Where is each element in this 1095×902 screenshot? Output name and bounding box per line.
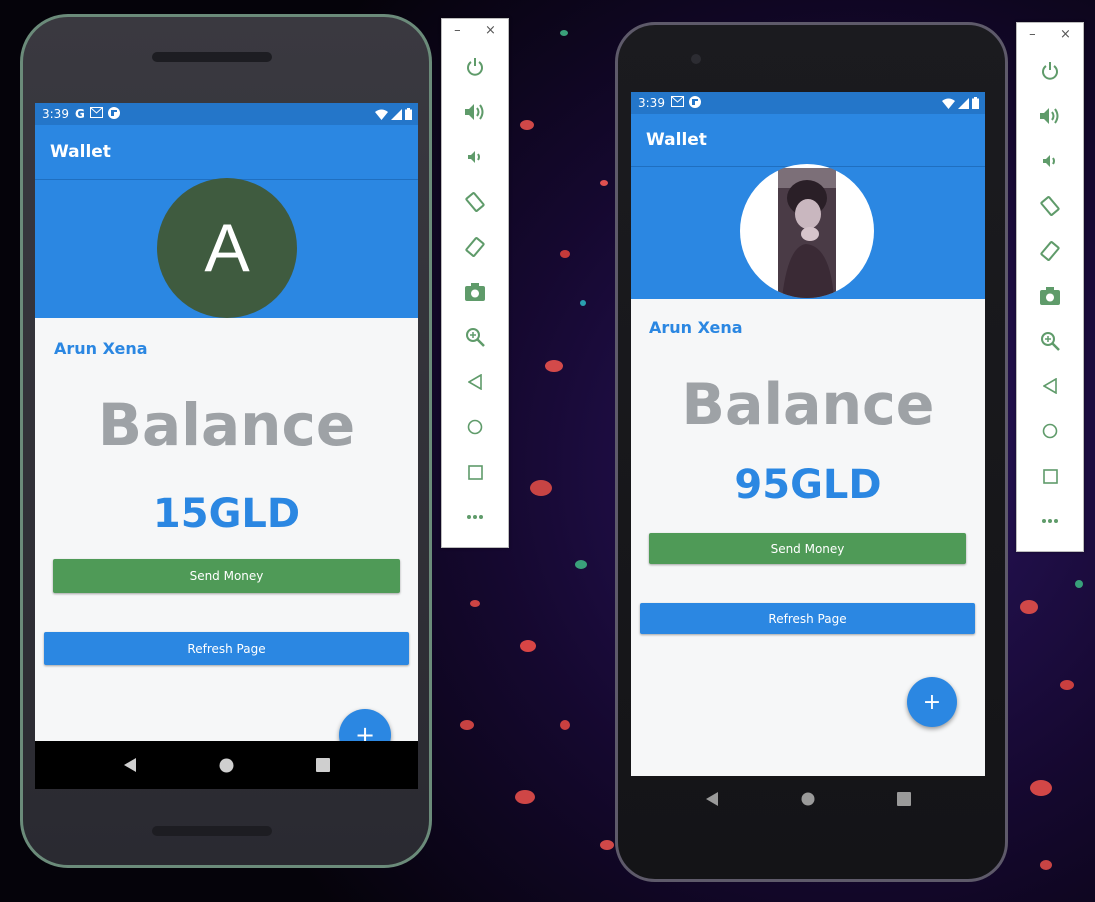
refresh-page-button[interactable]: Refresh Page — [44, 632, 409, 665]
back-icon[interactable] — [1036, 369, 1064, 403]
power-icon[interactable] — [1036, 54, 1064, 88]
screen: 3:39 G Wallet A Arun Xena Balance 15GLD … — [35, 103, 418, 789]
rotate-left-icon[interactable] — [1036, 189, 1064, 223]
close-button[interactable]: × — [485, 23, 496, 38]
nav-bar — [35, 741, 418, 789]
recents-icon[interactable] — [316, 758, 330, 772]
volume-down-icon[interactable] — [1036, 144, 1064, 178]
home-icon[interactable] — [461, 410, 489, 444]
screen: 3:39 Wallet Arun Xena Balance 95GLD Send… — [631, 92, 985, 776]
zoom-icon[interactable] — [1036, 324, 1064, 358]
rotate-right-icon[interactable] — [1036, 234, 1064, 268]
home-icon[interactable] — [1036, 414, 1064, 448]
refresh-page-button[interactable]: Refresh Page — [640, 603, 975, 634]
status-time: 3:39 — [638, 96, 665, 110]
window-controls: – × — [1017, 23, 1083, 45]
overview-icon[interactable] — [461, 455, 489, 489]
back-icon[interactable] — [123, 757, 137, 773]
app-bar-title: Wallet — [646, 130, 707, 150]
status-icons-right — [375, 108, 412, 120]
rotate-right-icon[interactable] — [461, 230, 489, 264]
battery-icon — [405, 108, 412, 120]
emulator-toolbar-left: – × — [441, 18, 509, 548]
close-button[interactable]: × — [1060, 27, 1071, 42]
screenshot-icon[interactable] — [461, 275, 489, 309]
user-name: Arun Xena — [649, 318, 743, 337]
wifi-icon — [942, 98, 955, 109]
balance-value: 95GLD — [734, 462, 882, 508]
profile-photo — [778, 168, 836, 298]
balance-value: 15GLD — [152, 491, 301, 537]
app-bar: Wallet — [35, 125, 418, 179]
status-icons-right — [942, 97, 979, 109]
back-icon[interactable] — [705, 791, 719, 807]
recents-icon[interactable] — [897, 792, 911, 806]
window-controls: – × — [442, 19, 508, 41]
screenshot-icon[interactable] — [1036, 279, 1064, 313]
app-bar-title: Wallet — [50, 142, 111, 162]
gmail-icon — [89, 107, 103, 121]
avatar-profile-photo — [740, 164, 874, 298]
status-bar: 3:39 G — [35, 103, 418, 125]
signal-icon — [958, 97, 969, 109]
home-icon[interactable] — [219, 758, 234, 773]
home-icon[interactable] — [801, 792, 815, 806]
phone-left: 3:39 G Wallet A Arun Xena Balance 15GLD … — [20, 14, 432, 868]
minimize-button[interactable]: – — [454, 23, 461, 38]
status-bar: 3:39 — [631, 92, 985, 114]
volume-down-icon[interactable] — [461, 140, 489, 174]
front-camera — [691, 54, 701, 64]
flipboard-icon — [688, 95, 701, 111]
send-money-button[interactable]: Send Money — [53, 559, 400, 593]
balance-label: Balance — [681, 372, 935, 438]
status-time: 3:39 — [42, 107, 69, 121]
avatar: A — [157, 178, 297, 318]
power-icon[interactable] — [461, 50, 489, 84]
earpiece — [152, 52, 272, 62]
volume-up-icon[interactable] — [1036, 99, 1064, 133]
send-money-button[interactable]: Send Money — [649, 533, 966, 564]
google-icon: G — [74, 107, 85, 121]
more-icon[interactable] — [461, 500, 489, 534]
gmail-icon — [670, 96, 684, 110]
nav-bar — [631, 776, 985, 822]
rotate-left-icon[interactable] — [461, 185, 489, 219]
user-name: Arun Xena — [54, 339, 148, 358]
flipboard-icon — [107, 106, 120, 122]
zoom-icon[interactable] — [461, 320, 489, 354]
volume-up-icon[interactable] — [461, 95, 489, 129]
battery-icon — [972, 97, 979, 109]
wifi-icon — [375, 109, 388, 120]
signal-icon — [391, 108, 402, 120]
add-fab-button[interactable]: + — [907, 677, 957, 727]
overview-icon[interactable] — [1036, 459, 1064, 493]
more-icon[interactable] — [1036, 504, 1064, 538]
emulator-toolbar-right: – × — [1016, 22, 1084, 552]
phone-right: 3:39 Wallet Arun Xena Balance 95GLD Send… — [615, 22, 1008, 882]
app-bar: Wallet — [631, 114, 985, 166]
minimize-button[interactable]: – — [1029, 27, 1036, 42]
balance-label: Balance — [97, 391, 356, 459]
bottom-speaker — [152, 826, 272, 836]
avatar-letter: A — [204, 210, 250, 286]
back-icon[interactable] — [461, 365, 489, 399]
